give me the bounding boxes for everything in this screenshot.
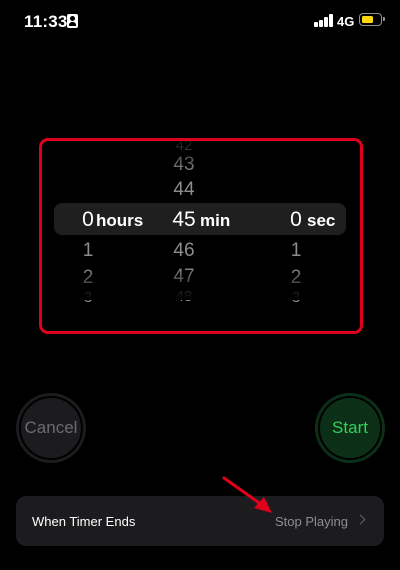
cancel-button-label: Cancel [19, 396, 83, 460]
annotation-highlight-box [39, 138, 363, 334]
cancel-button[interactable]: Cancel [16, 393, 86, 463]
when-timer-ends-row[interactable]: When Timer Ends Stop Playing [16, 496, 384, 546]
battery-fill [361, 15, 374, 23]
start-button-label: Start [318, 396, 382, 460]
annotation-arrow-icon [222, 476, 272, 513]
chevron-right-icon [355, 514, 366, 525]
network-type: 4G [337, 14, 355, 29]
cellular-signal-icon [314, 14, 333, 27]
person-icon [67, 14, 78, 28]
status-bar: 11:33 4G [0, 0, 400, 44]
battery-icon [359, 13, 385, 26]
status-time: 11:33 [24, 12, 68, 31]
when-timer-ends-label: When Timer Ends [32, 514, 136, 529]
start-button[interactable]: Start [315, 393, 385, 463]
timer-ends-value: Stop Playing [275, 514, 348, 529]
